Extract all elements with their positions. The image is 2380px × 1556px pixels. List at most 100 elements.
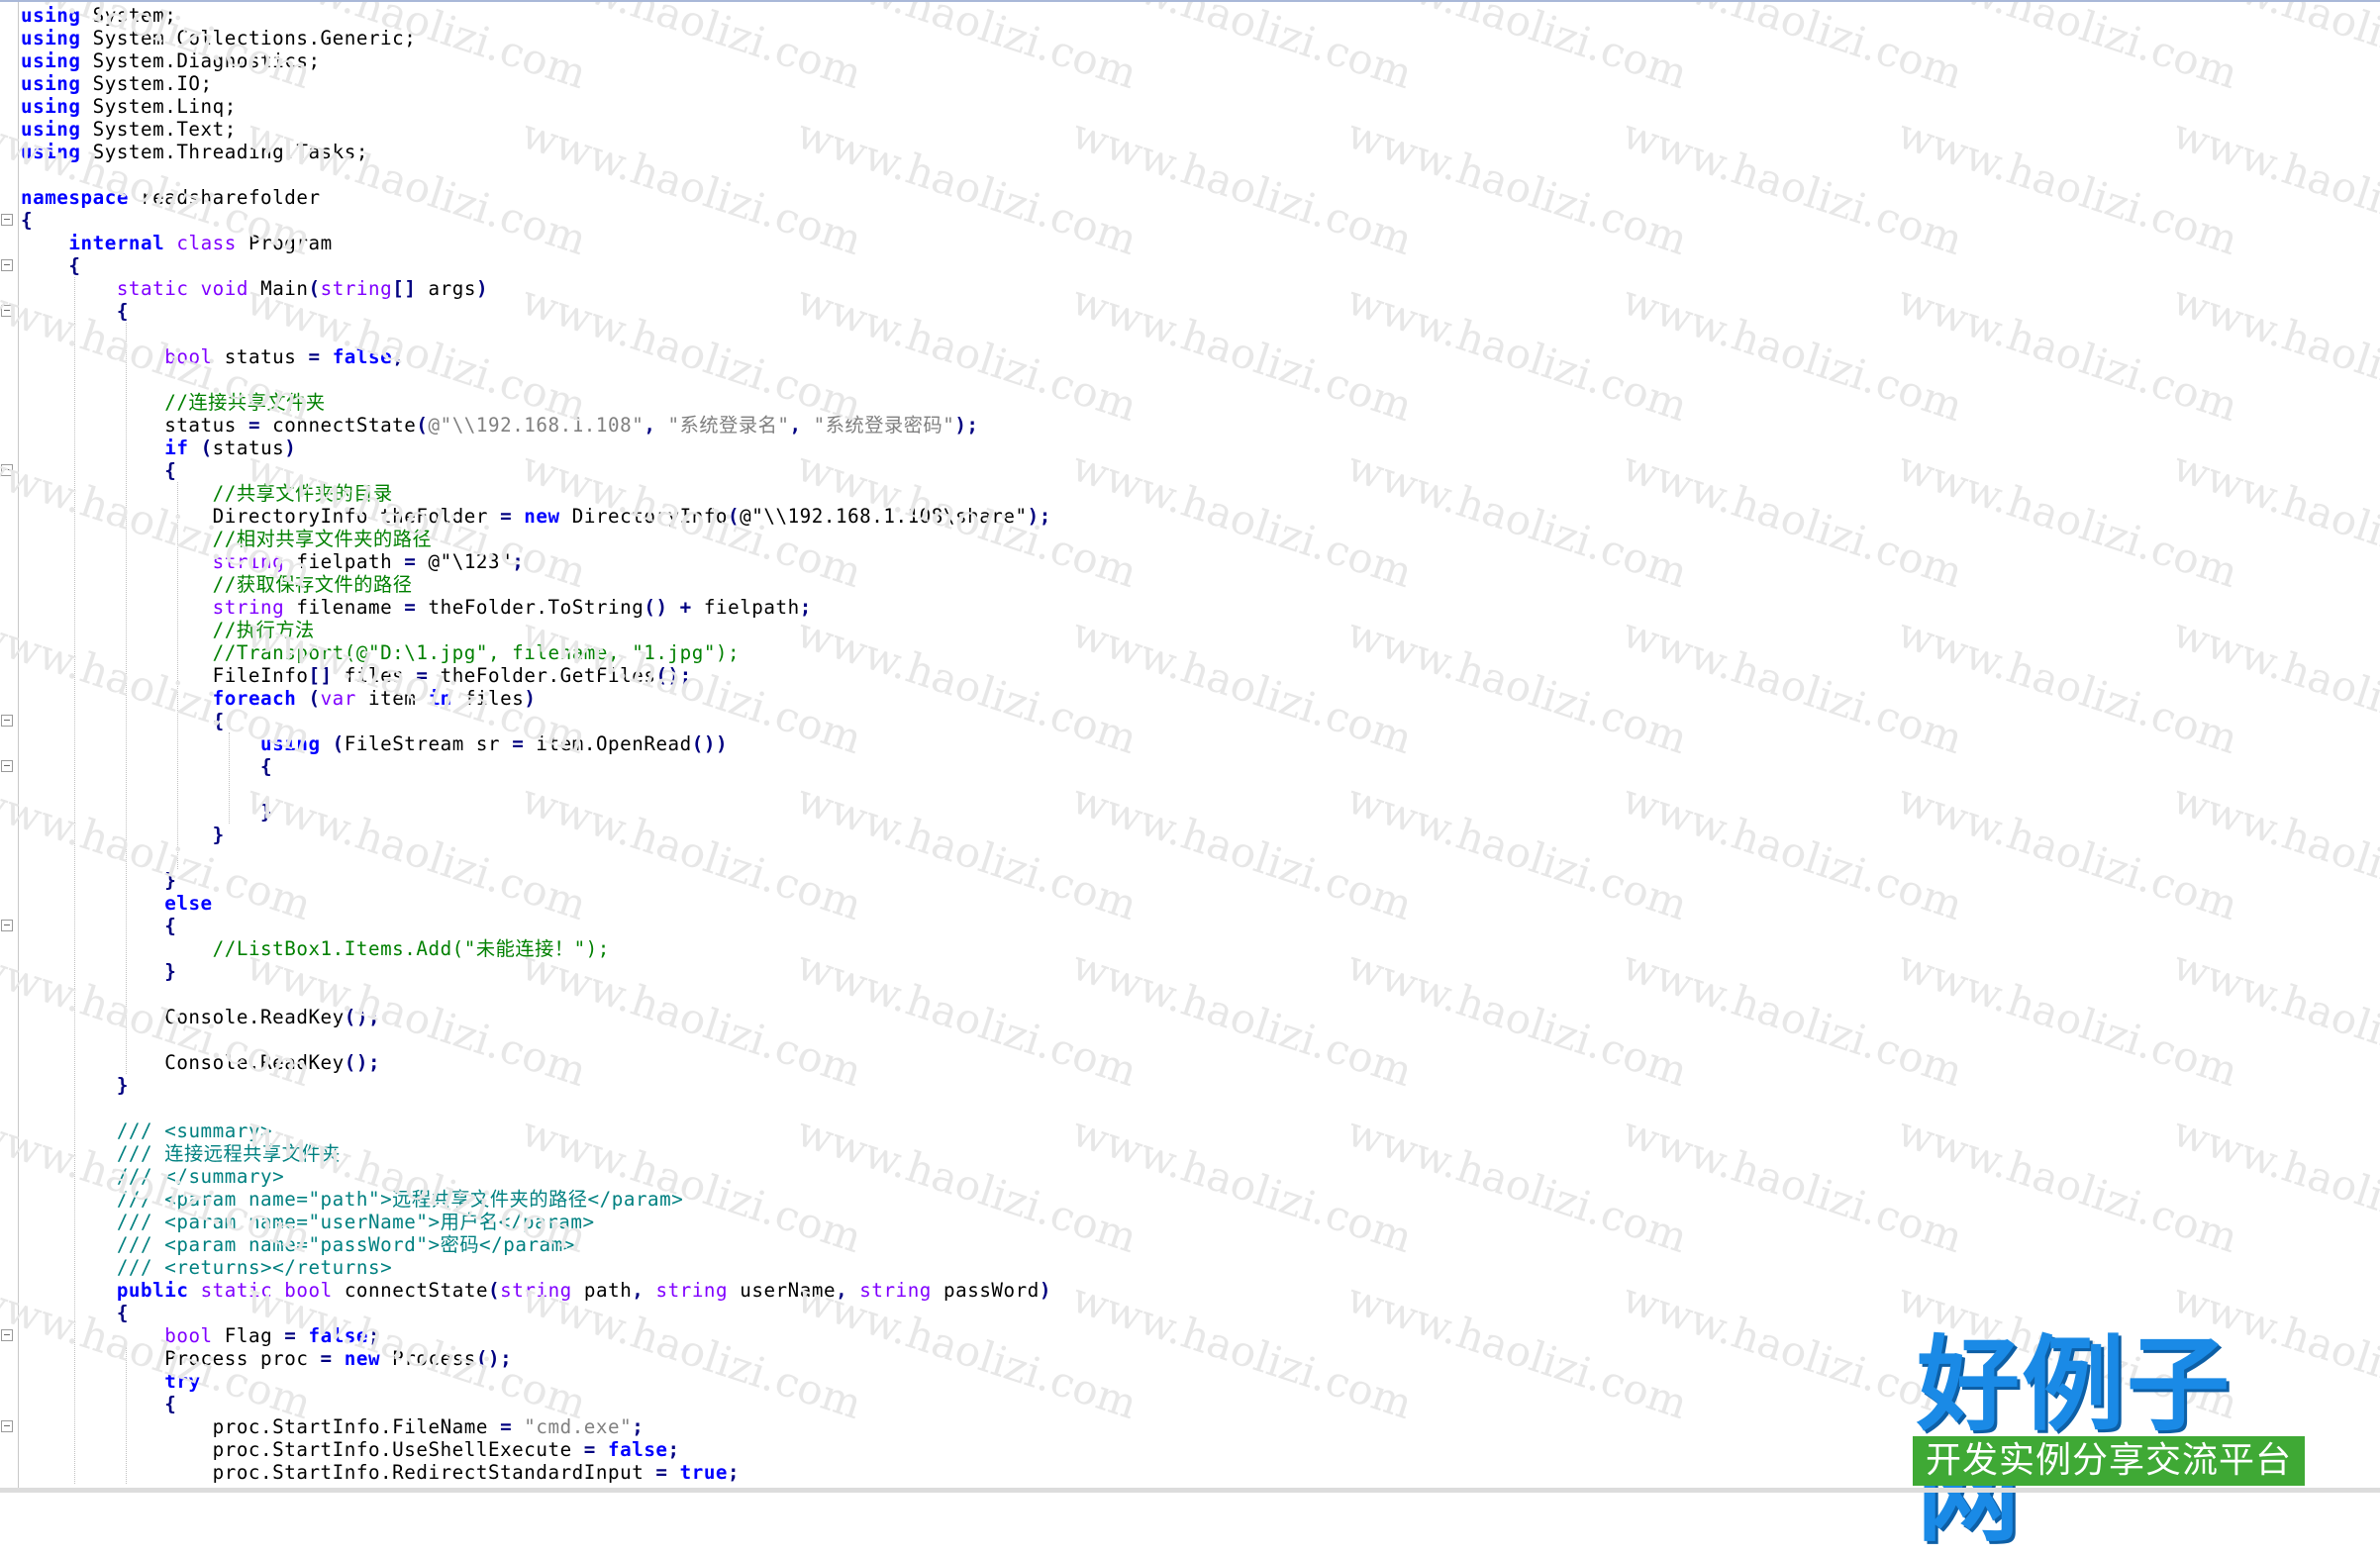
code-token: );: [1027, 505, 1051, 528]
code-line[interactable]: //ListBox1.Items.Add("未能连接！");: [21, 937, 610, 960]
code-line[interactable]: bool status = false;: [21, 345, 404, 368]
code-line[interactable]: using System.Linq;: [21, 95, 237, 118]
code-token: new: [344, 1347, 381, 1370]
code-line[interactable]: using System.Text;: [21, 118, 237, 141]
code-token: fielpath: [691, 596, 800, 619]
code-line[interactable]: proc.StartInfo.FileName = "cmd.exe";: [21, 1415, 644, 1438]
code-token: System.Threading.Tasks;: [80, 141, 368, 163]
code-line[interactable]: /// <param name="userName">用户名</param>: [21, 1211, 595, 1233]
code-line[interactable]: public static bool connectState(string p…: [21, 1279, 1051, 1302]
code-line[interactable]: {: [21, 254, 81, 277]
code-line[interactable]: namespace readsharefolder: [21, 186, 321, 209]
code-token: bool: [284, 1279, 333, 1302]
code-line[interactable]: }: [21, 801, 272, 824]
code-token: connectState: [332, 1279, 489, 1302]
code-token: class: [176, 232, 237, 254]
code-line[interactable]: /// 连接远程共享文件夹: [21, 1142, 341, 1165]
code-line[interactable]: }: [21, 869, 176, 892]
code-token: {: [260, 755, 273, 778]
code-token: System.Linq;: [80, 95, 237, 118]
code-line[interactable]: /// <summary>: [21, 1119, 272, 1142]
code-token: {: [116, 300, 129, 323]
code-token: =: [248, 414, 261, 437]
code-line[interactable]: {: [21, 459, 176, 482]
code-line[interactable]: DirectoryInfo theFolder = new DirectoryI…: [21, 505, 1051, 528]
code-line[interactable]: status = connectState(@"\\192.168.1.108"…: [21, 414, 979, 437]
code-line[interactable]: using System.Collections.Generic;: [21, 27, 416, 49]
code-line[interactable]: }: [21, 960, 176, 983]
code-line[interactable]: Process proc = new Process();: [21, 1347, 512, 1370]
code-token: string: [859, 1279, 932, 1302]
code-token: FileInfo: [21, 664, 309, 687]
code-line[interactable]: foreach (var item in files): [21, 687, 536, 710]
code-line[interactable]: /// </summary>: [21, 1165, 284, 1188]
code-token: ;: [667, 1438, 680, 1461]
code-line[interactable]: //执行方法: [21, 619, 315, 641]
code-token: proc.StartInfo.RedirectStandardInput: [21, 1461, 656, 1484]
code-line[interactable]: FileInfo[] files = theFolder.GetFiles();: [21, 664, 692, 687]
code-token: //连接共享文件夹: [164, 391, 326, 414]
code-token: using: [21, 72, 81, 95]
code-token: @"\\192.168.1.108": [428, 414, 645, 437]
code-area[interactable]: using System; using System.Collections.Ge…: [0, 2, 2380, 1493]
code-token: foreach: [212, 687, 297, 710]
code-token: files: [451, 687, 525, 710]
code-line[interactable]: {: [21, 915, 176, 937]
code-line[interactable]: //Transport(@"D:\1.jpg", filename, "1.jp…: [21, 641, 740, 664]
code-line[interactable]: using System.IO;: [21, 72, 213, 95]
code-line[interactable]: using (FileStream sr = item.OpenRead()): [21, 732, 728, 755]
code-line[interactable]: proc.StartInfo.UseShellExecute = false;: [21, 1438, 680, 1461]
code-token: }: [164, 960, 177, 983]
code-line[interactable]: using System;: [21, 4, 176, 27]
code-token: in: [428, 687, 452, 710]
code-line[interactable]: {: [21, 710, 225, 732]
code-editor[interactable]: using System; using System.Collections.Ge…: [0, 0, 2380, 1493]
code-token: else: [164, 892, 213, 915]
code-token: public: [116, 1279, 189, 1302]
code-token: {: [21, 209, 34, 232]
code-line[interactable]: using System.Threading.Tasks;: [21, 141, 368, 163]
code-token: userName: [728, 1279, 837, 1302]
code-token: (: [308, 277, 321, 300]
code-line[interactable]: string fielpath = @"\123";: [21, 550, 524, 573]
code-token: //共享文件夹的目录: [212, 482, 393, 505]
code-line[interactable]: static void Main(string[] args): [21, 277, 488, 300]
code-line[interactable]: //相对共享文件夹的路径: [21, 528, 432, 550]
code-line[interactable]: {: [21, 1393, 176, 1415]
code-line[interactable]: proc.StartInfo.RedirectStandardInput = t…: [21, 1461, 740, 1484]
code-token: path: [571, 1279, 633, 1302]
code-line[interactable]: try: [21, 1370, 201, 1393]
code-token: "系统登录名": [667, 414, 790, 437]
code-line[interactable]: //获取保存文件的路径: [21, 573, 412, 596]
code-line[interactable]: using System.Diagnostics;: [21, 49, 321, 72]
code-line[interactable]: /// <param name="path">远程共享文件夹的路径</param…: [21, 1188, 683, 1211]
code-line[interactable]: else: [21, 892, 213, 915]
code-line[interactable]: //共享文件夹的目录: [21, 482, 393, 505]
code-token: =: [500, 1415, 513, 1438]
code-line[interactable]: {: [21, 755, 272, 778]
code-line[interactable]: /// <param name="passWord">密码</param>: [21, 1233, 575, 1256]
code-line[interactable]: string filename = theFolder.ToString() +…: [21, 596, 812, 619]
code-line[interactable]: //连接共享文件夹: [21, 391, 326, 414]
code-token: string: [500, 1279, 572, 1302]
code-line[interactable]: internal class Program: [21, 232, 333, 254]
code-line[interactable]: }: [21, 824, 225, 846]
code-line[interactable]: /// <returns></returns>: [21, 1256, 392, 1279]
code-line[interactable]: if (status): [21, 437, 296, 459]
code-token: string: [212, 550, 285, 573]
code-line[interactable]: {: [21, 209, 33, 232]
code-token: bool: [164, 1324, 213, 1347]
